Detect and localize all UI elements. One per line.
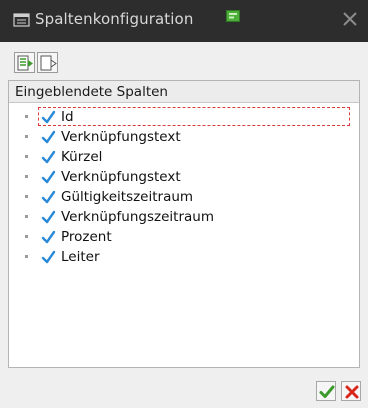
list-item[interactable]: Kürzel	[9, 147, 359, 167]
list-item[interactable]: Verknüpfungszeitraum	[9, 207, 359, 227]
hide-columns-icon	[40, 55, 57, 71]
dialog-title: Spaltenkonfiguration	[35, 10, 194, 28]
list-item[interactable]: Leiter	[9, 247, 359, 267]
show-columns-icon	[17, 55, 33, 71]
hide-columns-button[interactable]	[37, 52, 58, 73]
bullet	[25, 215, 28, 218]
item-label: Kürzel	[61, 149, 103, 165]
cancel-button[interactable]	[341, 381, 361, 401]
item-label: Leiter	[61, 249, 100, 265]
checkbox[interactable]	[41, 210, 56, 225]
list-item[interactable]: Verknüpfungstext	[9, 167, 359, 187]
checkbox[interactable]	[41, 170, 56, 185]
item-label: Verknüpfungstext	[61, 129, 181, 145]
checkbox-check-icon	[41, 130, 56, 144]
checkbox[interactable]	[41, 130, 56, 145]
bullet	[25, 155, 28, 158]
checkbox-check-icon	[41, 170, 56, 184]
checkbox-check-icon	[41, 230, 56, 244]
window-list-icon	[13, 12, 31, 27]
checkbox-check-icon	[41, 210, 56, 224]
title-bar[interactable]: Spaltenkonfiguration	[0, 0, 368, 42]
item-label: Prozent	[61, 229, 112, 245]
green-checkmark-icon	[319, 385, 335, 398]
list-item[interactable]: Verknüpfungstext	[9, 127, 359, 147]
panel-header: Eingeblendete Spalten	[9, 81, 359, 103]
list-item[interactable]: Id	[9, 107, 359, 127]
checkbox-check-icon	[41, 110, 56, 124]
checkbox[interactable]	[41, 230, 56, 245]
bullet	[25, 175, 28, 178]
red-x-icon	[345, 385, 359, 399]
checkbox[interactable]	[41, 190, 56, 205]
item-label: Verknüpfungstext	[61, 169, 181, 185]
show-columns-button[interactable]	[14, 52, 35, 73]
visible-columns-panel: Eingeblendete Spalten Id Verknüpfungstex…	[8, 80, 360, 368]
checkbox[interactable]	[41, 250, 56, 265]
bullet	[25, 115, 28, 118]
ok-button[interactable]	[316, 381, 336, 401]
item-label: Verknüpfungszeitraum	[61, 209, 214, 225]
bullet	[25, 235, 28, 238]
focus-indicator	[38, 107, 350, 126]
list-item[interactable]: Gültigkeitszeitraum	[9, 187, 359, 207]
checkbox[interactable]	[41, 110, 56, 125]
checkbox-check-icon	[41, 190, 56, 204]
bullet	[25, 255, 28, 258]
close-icon[interactable]	[340, 9, 360, 29]
checkbox-check-icon	[41, 150, 56, 164]
column-config-dialog: Spaltenkonfiguration Eingeblendete Spalt…	[0, 0, 368, 408]
item-label: Gültigkeitszeitraum	[61, 189, 194, 205]
checkbox-check-icon	[41, 250, 56, 264]
checkbox[interactable]	[41, 150, 56, 165]
green-indicator-icon	[226, 7, 240, 22]
bullet	[25, 135, 28, 138]
item-label: Id	[61, 109, 74, 125]
list-item[interactable]: Prozent	[9, 227, 359, 247]
bullet	[25, 195, 28, 198]
